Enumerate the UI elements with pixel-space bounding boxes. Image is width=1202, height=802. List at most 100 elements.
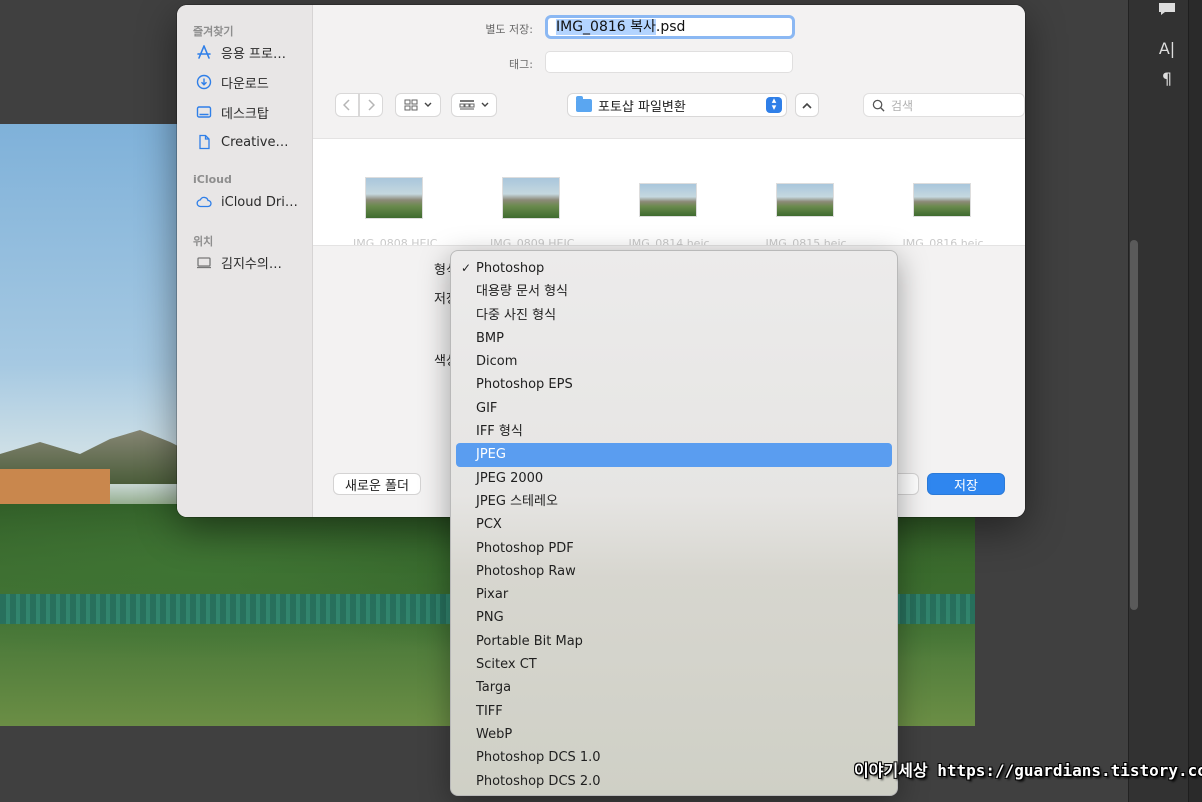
menu-item-label: GIF [476, 400, 498, 416]
applications-icon [195, 43, 213, 61]
downloads-icon [195, 73, 213, 91]
menu-item-label: 대용량 문서 형식 [476, 284, 568, 300]
save-button[interactable]: 저장 [927, 473, 1005, 495]
chevron-down-icon [481, 102, 489, 107]
sidebar-item-creative[interactable]: Creative… [177, 127, 312, 157]
sidebar-item-label: 데스크탑 [221, 106, 269, 122]
cloud-icon [195, 193, 213, 211]
menu-item-portable-bit-map[interactable]: Portable Bit Map [456, 630, 892, 653]
updown-chevron-icon: ▴ ▾ [766, 97, 782, 113]
sidebar-item-icloud-drive[interactable]: iCloud Dri… [177, 187, 312, 217]
file-thumbnail[interactable]: IMG_0814.heic [628, 183, 710, 245]
file-caption: IMG_0809.HEIC [490, 237, 574, 245]
search-placeholder: 검색 [891, 98, 914, 113]
menu-item-label: Targa [476, 680, 512, 696]
file-caption: IMG_0814.heic [628, 237, 710, 245]
expand-collapse-button[interactable] [795, 93, 819, 117]
save-as-label: 별도 저장: [485, 23, 533, 36]
sidebar-item-label: Creative… [221, 134, 289, 150]
sidebar: 즐겨찾기 응용 프로… 다운로드 데스크탑 Creative… iCloud i… [177, 5, 313, 517]
paragraph-icon[interactable]: ¶ [1156, 68, 1178, 90]
location-popup[interactable]: 포토샵 파일변환 ▴ ▾ [567, 93, 787, 117]
menu-item-label: Photoshop [476, 261, 545, 276]
menu-item-photoshop-dcs-1[interactable]: Photoshop DCS 1.0 [456, 746, 892, 769]
sidebar-item-label: 응용 프로… [221, 46, 286, 62]
view-mode-button[interactable] [395, 93, 441, 117]
menu-item-gif[interactable]: GIF [456, 397, 892, 420]
file-thumbnail[interactable]: IMG_0816.heic [902, 183, 984, 245]
menu-item-targa[interactable]: Targa [456, 676, 892, 699]
format-menu: ✓ Photoshop 대용량 문서 형식 다중 사진 형식 BMP Dicom … [450, 250, 898, 796]
sidebar-item-downloads[interactable]: 다운로드 [177, 67, 312, 97]
file-browser: IMG_0808.HEIC IMG_0809.HEIC IMG_0814.hei… [313, 138, 1025, 246]
group-by-button[interactable] [451, 93, 497, 117]
sidebar-item-applications[interactable]: 응용 프로… [177, 37, 312, 67]
file-caption: IMG_0816.heic [902, 237, 984, 245]
checkmark-icon: ✓ [461, 261, 472, 275]
menu-item-label: Portable Bit Map [476, 633, 583, 649]
menu-item-photoshop-eps[interactable]: Photoshop EPS [456, 373, 892, 396]
chevron-right-icon [368, 99, 375, 111]
menu-item-dicom[interactable]: Dicom [456, 350, 892, 373]
computer-icon [195, 253, 213, 271]
panel-edge-strip [1188, 0, 1202, 802]
filename-input[interactable]: IMG_0816 복사.psd [545, 15, 795, 39]
menu-item-photoshop[interactable]: ✓ Photoshop [456, 257, 892, 280]
search-input[interactable]: 검색 [863, 93, 1025, 117]
menu-item-png[interactable]: PNG [456, 606, 892, 629]
watermark: 이야기세상 https://guardians.tistory.com [854, 761, 1202, 780]
document-icon [195, 133, 213, 151]
menu-item-webp[interactable]: WebP [456, 723, 892, 746]
file-thumbnail-image [365, 177, 423, 219]
icloud-header: iCloud [193, 173, 232, 186]
chevron-down-icon [424, 102, 432, 107]
menu-item-label: JPEG 2000 [476, 470, 544, 486]
menu-item-photoshop-raw[interactable]: Photoshop Raw [456, 560, 892, 583]
menu-item-label: Photoshop DCS 2.0 [476, 773, 601, 789]
comment-icon[interactable] [1156, 0, 1178, 22]
menu-item-pixar[interactable]: Pixar [456, 583, 892, 606]
menu-item-label: Pixar [476, 587, 509, 603]
menu-item-label: TIFF [476, 703, 503, 719]
folder-icon [576, 95, 592, 112]
file-thumbnail-image [913, 183, 971, 217]
tags-label: 태그: [509, 58, 533, 71]
menu-item-bmp[interactable]: BMP [456, 327, 892, 350]
menu-item-pcx[interactable]: PCX [456, 513, 892, 536]
menu-item-jpeg-2000[interactable]: JPEG 2000 [456, 467, 892, 490]
forward-button[interactable] [359, 93, 383, 117]
file-thumbnail-image [639, 183, 697, 217]
menu-item-label: JPEG [476, 447, 506, 463]
chevron-left-icon [343, 99, 350, 111]
menu-item-jpeg-stereo[interactable]: JPEG 스테레오 [456, 490, 892, 513]
browser-toolbar: 포토샵 파일변환 ▴ ▾ 검색 [335, 93, 1025, 117]
workspace-scrollbar[interactable] [1130, 240, 1138, 610]
new-folder-button[interactable]: 새로운 폴더 [333, 473, 421, 495]
menu-item-photoshop-dcs-2[interactable]: Photoshop DCS 2.0 [456, 770, 892, 793]
menu-item-iff[interactable]: IFF 형식 [456, 420, 892, 443]
sidebar-item-computer[interactable]: 김지수의… [177, 247, 312, 277]
tags-input[interactable] [545, 51, 793, 73]
menu-item-scitex-ct[interactable]: Scitex CT [456, 653, 892, 676]
file-caption: IMG_0815.heic [765, 237, 847, 245]
menu-item-multi-picture[interactable]: 다중 사진 형식 [456, 304, 892, 327]
sidebar-item-desktop[interactable]: 데스크탑 [177, 97, 312, 127]
menu-item-label: IFF 형식 [476, 424, 523, 440]
menu-item-photoshop-pdf[interactable]: Photoshop PDF [456, 537, 892, 560]
file-thumbnail[interactable]: IMG_0809.HEIC [490, 177, 574, 245]
menu-item-label: Photoshop DCS 1.0 [476, 750, 601, 766]
menu-item-jpeg[interactable]: JPEG [456, 443, 892, 467]
menu-item-large-document[interactable]: 대용량 문서 형식 [456, 280, 892, 303]
sidebar-item-label: 다운로드 [221, 76, 269, 92]
file-thumbnail[interactable]: IMG_0808.HEIC [353, 177, 437, 245]
menu-item-label: BMP [476, 330, 504, 346]
menu-item-label: Scitex CT [476, 657, 537, 673]
back-button[interactable] [335, 93, 359, 117]
file-thumbnail[interactable]: IMG_0815.heic [765, 183, 847, 245]
menu-item-tiff[interactable]: TIFF [456, 700, 892, 723]
sidebar-item-label: 김지수의… [221, 256, 282, 272]
menu-item-label: PCX [476, 517, 502, 533]
menu-item-label: WebP [476, 726, 513, 742]
menu-item-label: Dicom [476, 354, 518, 370]
character-icon[interactable]: A| [1156, 38, 1178, 60]
